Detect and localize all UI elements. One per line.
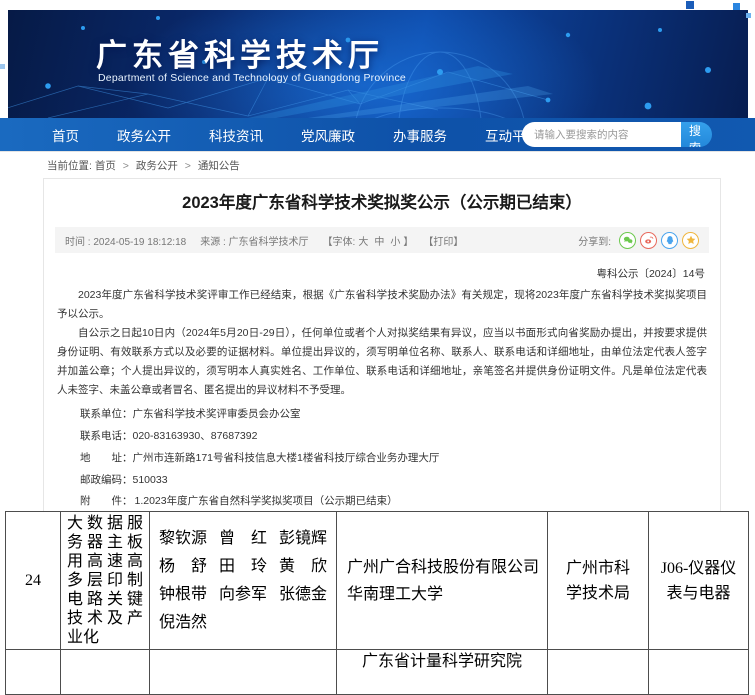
contact-line: 地 址：广州市连新路171号省科技信息大楼1楼省科技厅综合业务办理大厅 xyxy=(80,447,709,469)
awardee: 张德金 xyxy=(279,581,327,609)
header-banner: 广东省科学技术厅 Department of Science and Techn… xyxy=(8,10,748,118)
contact-label: 联系电话： xyxy=(80,430,133,442)
nav-item-gov-info[interactable]: 政务公开 xyxy=(98,125,190,145)
deco-square xyxy=(746,13,751,18)
qq-icon[interactable] xyxy=(661,232,678,249)
weibo-icon[interactable] xyxy=(640,232,657,249)
nav-item-services[interactable]: 办事服务 xyxy=(374,125,466,145)
wechat-icon[interactable] xyxy=(619,232,636,249)
awardee-line: 黎钦源曾 红彭镜辉 xyxy=(159,525,327,553)
cell-nominating-bureau: 广州市科学技术局 xyxy=(548,512,649,650)
awardee: 黎钦源 xyxy=(159,525,207,553)
contact-value: 020-83163930、87687392 xyxy=(133,430,258,442)
award-table: 24 大数据服务器主板用高速高多层印制电路关键技术及产业化 黎钦源曾 红彭镜辉 … xyxy=(5,511,749,695)
deco-square xyxy=(733,3,740,10)
font-small-button[interactable]: 小 xyxy=(390,237,400,248)
awardee-line: 钟根带向参军张德金 xyxy=(159,581,327,609)
awardee-line: 倪浩然 xyxy=(159,609,327,637)
contact-value: 510033 xyxy=(133,474,168,486)
cell-row-number xyxy=(6,650,61,695)
breadcrumb-notices[interactable]: 通知公告 xyxy=(198,160,240,172)
site-title: 广东省科学技术厅 xyxy=(96,30,384,75)
nav-item-home[interactable]: 首页 xyxy=(33,125,98,145)
site-subtitle: Department of Science and Technology of … xyxy=(98,72,406,84)
font-medium-button[interactable]: 中 xyxy=(374,237,384,248)
awardee: 杨 舒 xyxy=(159,553,207,581)
cell-category xyxy=(649,650,749,695)
cell-awardees xyxy=(150,650,337,695)
breadcrumb-label: 当前位置: xyxy=(47,160,92,172)
attachments-label: 附 件： xyxy=(80,495,133,507)
paragraph: 自公示之日起10日内（2024年5月20日-29日），任何单位或者个人对拟奖结果… xyxy=(57,324,707,400)
breadcrumb-gov-info[interactable]: 政务公开 xyxy=(136,160,178,172)
article-meta-bar: 时间 : 2024-05-19 18:12:18 来源 : 广东省科学技术厅 【… xyxy=(55,227,709,253)
awardee: 彭镜辉 xyxy=(279,525,327,553)
table-row: 24 大数据服务器主板用高速高多层印制电路关键技术及产业化 黎钦源曾 红彭镜辉 … xyxy=(6,512,749,650)
font-size-controls: 【字体:大中小】 xyxy=(323,233,414,248)
awardee: 田 玲 xyxy=(219,553,267,581)
nav-item-tech-news[interactable]: 科技资讯 xyxy=(190,125,282,145)
article-source: 来源 : 广东省科学技术厅 xyxy=(200,233,308,248)
attachment-line: 附 件：1.2023年度广东省自然科学奖拟奖项目（公示期已结束） xyxy=(80,491,709,511)
awardee: 钟根带 xyxy=(159,581,207,609)
awardee: 向参军 xyxy=(219,581,267,609)
table-row-partial: 广东省计量科学研究院 xyxy=(6,650,749,695)
main-nav: 首页 政务公开 科技资讯 党风廉政 办事服务 互动平台 搜 索 xyxy=(0,118,755,151)
deco-square xyxy=(0,64,5,69)
contact-value: 广东省科学技术奖评审委员会办公室 xyxy=(133,408,301,420)
share-label: 分享到: xyxy=(578,233,611,248)
contact-block: 联系单位：广东省科学技术奖评审委员会办公室 联系电话：020-83163930、… xyxy=(80,403,709,491)
contact-value: 广州市连新路171号省科技信息大楼1楼省科技厅综合业务办理大厅 xyxy=(133,452,440,464)
contact-line: 联系电话：020-83163930、87687392 xyxy=(80,425,709,447)
cell-row-number: 24 xyxy=(6,512,61,650)
search-input[interactable] xyxy=(522,122,681,147)
cell-nominating-bureau xyxy=(548,650,649,695)
breadcrumb-separator: > xyxy=(123,160,129,172)
cell-project-title xyxy=(61,650,150,695)
contact-label: 联系单位： xyxy=(80,408,133,420)
cell-project-title: 大数据服务器主板用高速高多层印制电路关键技术及产业化 xyxy=(61,512,150,650)
divider xyxy=(0,151,755,152)
awardee-line: 杨 舒田 玲黄 欣 xyxy=(159,553,327,581)
font-large-button[interactable]: 大 xyxy=(358,237,368,248)
publish-time: 时间 : 2024-05-19 18:12:18 xyxy=(65,233,186,248)
paragraph: 2023年度广东省科学技术奖评审工作已经结束，根据《广东省科学技术奖励办法》有关… xyxy=(57,286,707,324)
breadcrumb-home[interactable]: 首页 xyxy=(95,160,116,172)
doc-number: 粤科公示〔2024〕14号 xyxy=(55,265,709,284)
deco-square xyxy=(686,1,694,9)
awardee: 黄 欣 xyxy=(279,553,327,581)
breadcrumb: 当前位置: 首页 > 政务公开 > 通知公告 xyxy=(47,158,240,173)
cell-organizations: 广东省计量科学研究院 xyxy=(337,650,548,695)
share-bar: 分享到: xyxy=(578,232,699,249)
breadcrumb-separator: > xyxy=(185,160,191,172)
cell-awardees: 黎钦源曾 红彭镜辉 杨 舒田 玲黄 欣 钟根带向参军张德金 倪浩然 xyxy=(150,512,337,650)
contact-label: 邮政编码： xyxy=(80,474,133,486)
organization: 华南理工大学 xyxy=(347,581,539,608)
awardee: 曾 红 xyxy=(219,525,267,553)
contact-label: 地 址： xyxy=(80,452,133,464)
font-label-close: 】 xyxy=(403,237,413,248)
search-button[interactable]: 搜 索 xyxy=(681,122,712,147)
awardee: 倪浩然 xyxy=(159,609,207,637)
print-button[interactable]: 【打印】 xyxy=(423,233,463,248)
qzone-icon[interactable] xyxy=(682,232,699,249)
search-box: 搜 索 xyxy=(522,122,712,147)
font-label: 【字体: xyxy=(323,237,356,248)
page-title: 2023年度广东省科学技术奖拟奖公示（公示期已结束） xyxy=(55,191,709,215)
attachment-item-1[interactable]: 1.2023年度广东省自然科学奖拟奖项目（公示期已结束） xyxy=(135,495,398,507)
nav-item-party-conduct[interactable]: 党风廉政 xyxy=(282,125,374,145)
cell-category: J06-仪器仪表与电器 xyxy=(649,512,749,650)
organization: 广州广合科技股份有限公司 xyxy=(347,554,539,581)
contact-line: 联系单位：广东省科学技术奖评审委员会办公室 xyxy=(80,403,709,425)
contact-line: 邮政编码：510033 xyxy=(80,469,709,491)
cell-organizations: 广州广合科技股份有限公司 华南理工大学 xyxy=(337,512,548,650)
